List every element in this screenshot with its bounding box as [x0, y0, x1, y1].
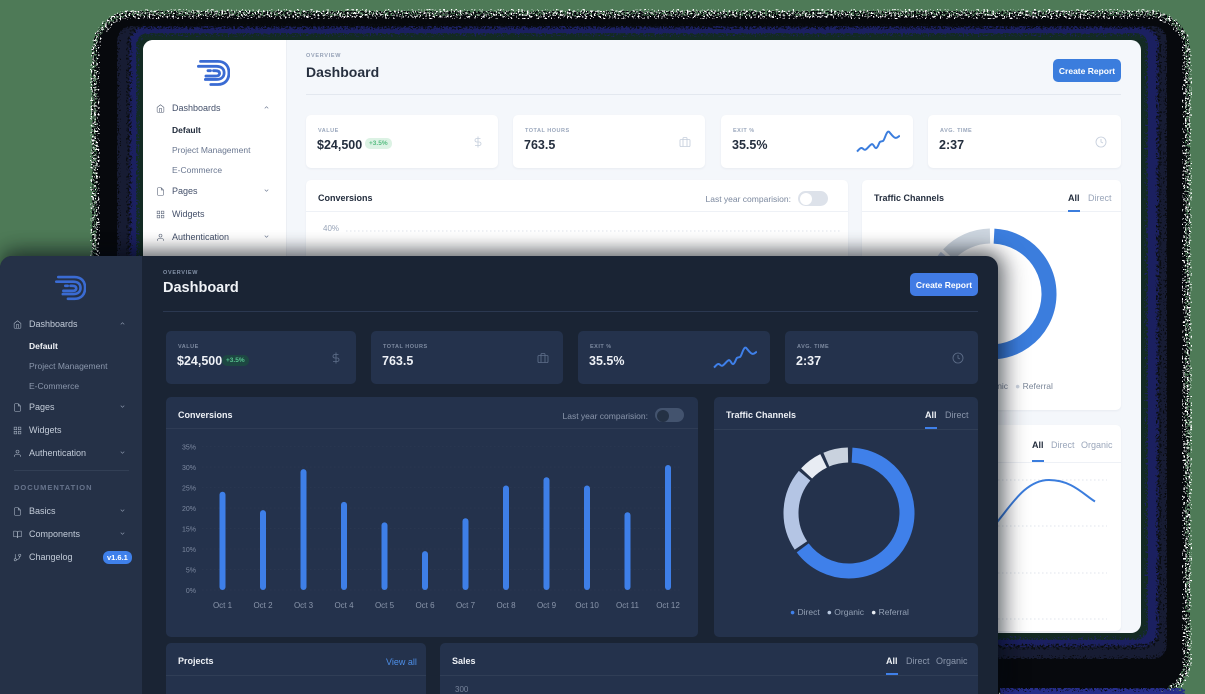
svg-text:Oct 11: Oct 11 — [616, 601, 640, 610]
svg-text:Oct 4: Oct 4 — [334, 601, 354, 610]
svg-text:25%: 25% — [182, 486, 196, 493]
svg-text:Oct 5: Oct 5 — [375, 601, 395, 610]
svg-text:Oct 3: Oct 3 — [294, 601, 314, 610]
svg-text:Oct 12: Oct 12 — [656, 601, 680, 610]
svg-text:Oct 10: Oct 10 — [575, 601, 599, 610]
svg-text:Oct 1: Oct 1 — [213, 601, 233, 610]
svg-text:20%: 20% — [182, 506, 196, 513]
svg-text:15%: 15% — [182, 527, 196, 534]
svg-text:10%: 10% — [182, 547, 196, 554]
svg-text:Oct 9: Oct 9 — [537, 601, 557, 610]
svg-text:Oct 8: Oct 8 — [496, 601, 516, 610]
svg-text:Oct 7: Oct 7 — [456, 601, 476, 610]
svg-text:Oct 6: Oct 6 — [415, 601, 435, 610]
svg-text:Oct 2: Oct 2 — [253, 601, 273, 610]
svg-text:5%: 5% — [186, 568, 196, 575]
svg-text:35%: 35% — [182, 445, 196, 452]
svg-text:0%: 0% — [186, 588, 196, 595]
svg-text:30%: 30% — [182, 465, 196, 472]
